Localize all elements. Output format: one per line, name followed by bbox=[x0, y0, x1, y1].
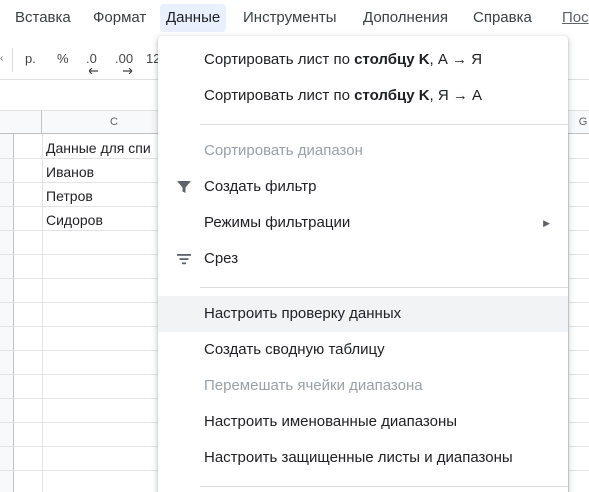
randomize-range-item: Перемешать ячейки диапазона bbox=[204, 377, 423, 394]
named-ranges-item[interactable]: Настроить именованные диапазоны bbox=[158, 404, 568, 440]
sort-za-column: столбцу K bbox=[354, 87, 430, 104]
arrow-left-icon bbox=[89, 68, 98, 74]
sort-az-suffix: , А → Я bbox=[429, 51, 483, 68]
increase-decimal-label: .00 bbox=[115, 51, 134, 66]
menu-addons[interactable]: Дополнения bbox=[357, 4, 454, 32]
sort-range-item: Сортировать диапазон bbox=[204, 142, 363, 159]
arrow-right-icon bbox=[123, 68, 133, 74]
currency-format-button[interactable]: р. bbox=[25, 51, 36, 66]
menu-insert[interactable]: Вставка bbox=[9, 4, 77, 32]
menu-bar: Вставка Формат Данные Инструменты Дополн… bbox=[0, 0, 589, 36]
decrease-decimal-label: .0 bbox=[86, 51, 97, 66]
toolbar-left-edge-icon: ‹ bbox=[0, 53, 4, 64]
toolbar-separator bbox=[12, 48, 13, 72]
menu-format[interactable]: Формат bbox=[87, 4, 152, 32]
row-header-strip bbox=[0, 134, 14, 492]
slicer-label: Срез bbox=[204, 250, 239, 267]
sort-az-prefix: Сортировать лист по bbox=[204, 51, 355, 68]
create-filter-label: Создать фильтр bbox=[204, 178, 317, 195]
menu-separator bbox=[200, 486, 568, 487]
protected-sheets-item[interactable]: Настроить защищенные листы и диапазоны bbox=[158, 440, 568, 476]
grid-column-line bbox=[568, 134, 569, 492]
slicer-icon bbox=[177, 254, 191, 265]
increase-decimal-button[interactable]: .00 bbox=[115, 51, 134, 74]
menu-data[interactable]: Данные bbox=[160, 4, 227, 32]
menu-separator bbox=[200, 287, 568, 288]
cell-c5[interactable]: Сидоров bbox=[46, 212, 158, 228]
sort-za-suffix: , Я → А bbox=[429, 87, 483, 104]
filter-views-item[interactable]: Режимы фильтрации ▶ bbox=[158, 205, 568, 241]
cell-c2[interactable]: Данные для спи bbox=[46, 140, 158, 156]
menu-separator bbox=[200, 124, 568, 125]
pivot-table-item[interactable]: Создать сводную таблицу bbox=[158, 332, 568, 368]
slicer-item[interactable]: Срез bbox=[158, 241, 568, 277]
percent-format-button[interactable]: % bbox=[57, 51, 69, 66]
column-header-g[interactable]: G bbox=[568, 111, 589, 134]
filter-views-label: Режимы фильтрации bbox=[204, 214, 351, 231]
grid-column-line bbox=[42, 134, 43, 492]
filter-icon bbox=[177, 181, 191, 193]
sort-sheet-za-item[interactable]: Сортировать лист по столбцу K, Я → А bbox=[158, 78, 568, 114]
data-validation-item[interactable]: Настроить проверку данных bbox=[158, 296, 568, 332]
cell-c3[interactable]: Иванов bbox=[46, 164, 158, 180]
column-header-b[interactable] bbox=[0, 111, 42, 134]
sort-za-prefix: Сортировать лист по bbox=[204, 87, 355, 104]
submenu-arrow-icon: ▶ bbox=[543, 218, 550, 228]
sort-az-column: столбцу K bbox=[354, 51, 430, 68]
data-menu-dropdown: Сортировать лист по столбцу K, А → Я Сор… bbox=[158, 36, 568, 492]
decrease-decimal-button[interactable]: .0 bbox=[86, 51, 98, 74]
menu-last-edit[interactable]: Пос bbox=[556, 4, 589, 32]
menu-help[interactable]: Справка bbox=[467, 4, 538, 32]
menu-tools[interactable]: Инструменты bbox=[237, 4, 343, 32]
sort-sheet-az-item[interactable]: Сортировать лист по столбцу K, А → Я bbox=[158, 42, 568, 78]
create-filter-item[interactable]: Создать фильтр bbox=[158, 169, 568, 205]
cell-c4[interactable]: Петров bbox=[46, 188, 158, 204]
